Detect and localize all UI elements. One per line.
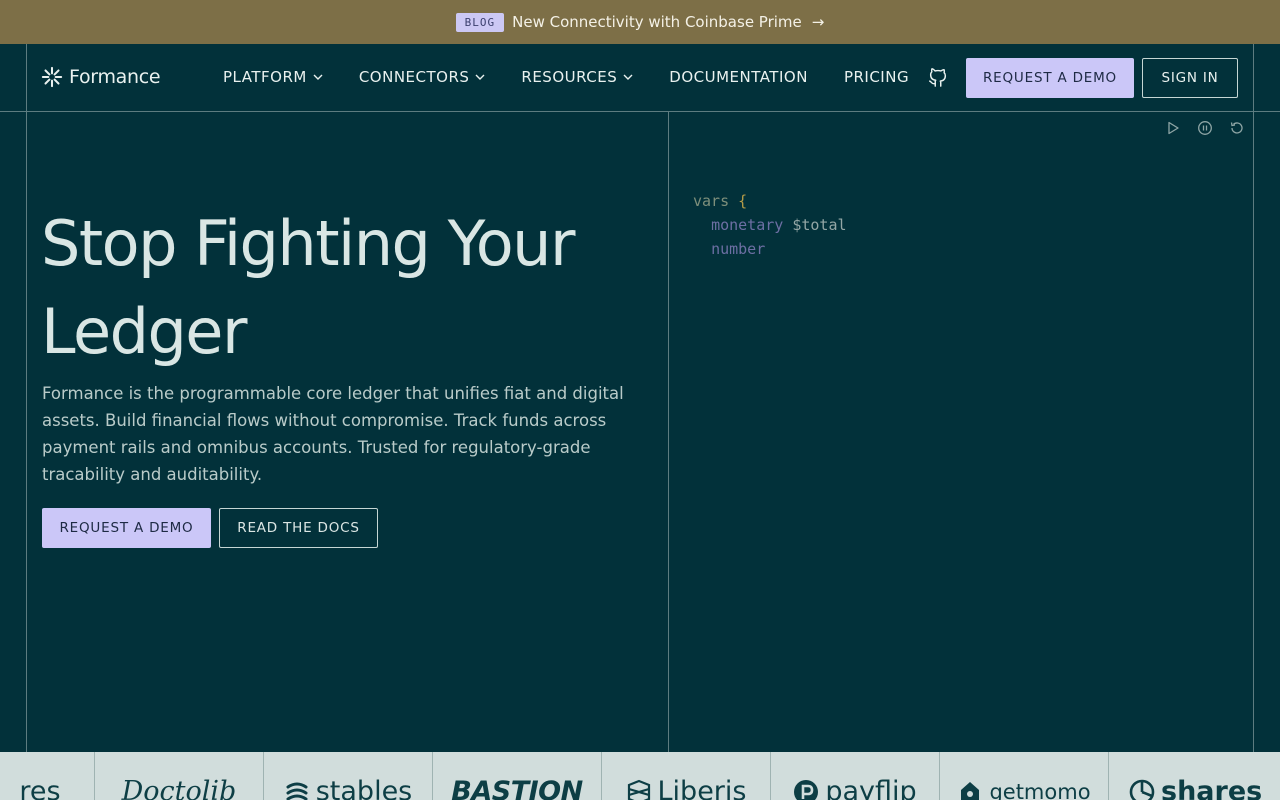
nav-item-label: PLATFORM (223, 68, 307, 86)
customer-logo: res (19, 778, 60, 800)
code-panel: vars { monetary $total number (693, 189, 847, 261)
arrow-right-icon: → (811, 13, 825, 31)
frame-line-center (668, 111, 669, 752)
blog-badge: BLOG (455, 12, 505, 32)
hero-title-line-1: Stop Fighting Your (41, 207, 575, 280)
code-type: number (711, 240, 766, 258)
nav-item-platform[interactable]: PLATFORM (223, 68, 323, 86)
code-line-1: vars { (693, 189, 847, 213)
request-demo-button[interactable]: REQUEST A DEMO (42, 508, 211, 548)
customer-logo: stables (284, 776, 413, 800)
logo-cell: Liberis (602, 752, 771, 800)
nav-item-connectors[interactable]: CONNECTORS (359, 68, 486, 86)
logo-cell: shares (1109, 752, 1278, 800)
hero-description: Formance is the programmable core ledger… (42, 384, 624, 484)
logo-cell: stables (264, 752, 433, 800)
customer-logo: getmomo (957, 778, 1091, 800)
customer-logo: shares (1129, 778, 1262, 800)
logo-cell: payflip (771, 752, 940, 800)
animation-controls (1165, 120, 1245, 136)
announcement-text[interactable]: New Connectivity with Coinbase Prime (512, 13, 802, 31)
customer-logo: Doctolib (122, 778, 237, 800)
customer-logo-text: res (19, 776, 61, 800)
nav-divider (0, 111, 1280, 112)
hero-title-line-2: Ledger (41, 295, 247, 368)
read-docs-button[interactable]: READ THE DOCS (219, 508, 378, 548)
customer-logo-text: getmomo (989, 780, 1091, 800)
logo-cell: Doctolib (95, 752, 264, 800)
code-type: monetary (711, 216, 784, 234)
getmomo-logo-icon (961, 782, 980, 800)
customer-logo: payflip (793, 776, 917, 800)
nav-item-pricing[interactable]: PRICING (844, 68, 909, 86)
pause-icon[interactable] (1197, 120, 1213, 136)
customer-logos-strip: res Doctolib stables BASTION Liberis pay… (0, 752, 1280, 800)
frame-line-right (1253, 44, 1254, 752)
stables-logo-icon (286, 782, 308, 800)
code-line-2: monetary $total (693, 213, 847, 237)
request-demo-nav-button[interactable]: REQUEST A DEMO (966, 58, 1134, 98)
sign-in-button[interactable]: SIGN IN (1142, 58, 1238, 98)
chevron-down-icon (475, 74, 485, 80)
nav-item-label: RESOURCES (521, 68, 618, 86)
code-variable: $total (792, 216, 847, 234)
payflip-logo-icon (794, 780, 819, 800)
customer-logo: Liberis (626, 776, 747, 800)
customer-logo: BASTION (451, 776, 583, 800)
play-icon[interactable] (1165, 120, 1181, 136)
nav-item-label: PRICING (843, 68, 910, 86)
logo-cell: BASTION (433, 752, 602, 800)
liberis-logo-icon (627, 779, 650, 800)
customer-logo-text: payflip (825, 776, 917, 800)
nav-menu: PLATFORM CONNECTORS RESOURCES DOCUMENTAT… (223, 68, 945, 86)
main-nav: Formance PLATFORM CONNECTORS RESOURCES D… (27, 44, 1253, 111)
customer-logo-text: stables (315, 776, 413, 800)
nav-item-documentation[interactable]: DOCUMENTATION (669, 68, 808, 86)
github-icon[interactable] (927, 66, 949, 88)
logo-cell: res (0, 752, 95, 800)
customer-logo-text: Doctolib (121, 776, 237, 800)
logo-text: Formance (69, 66, 161, 88)
nav-item-label: DOCUMENTATION (669, 68, 808, 86)
code-brace: { (738, 192, 748, 210)
hero-title: Stop Fighting Your Ledger (41, 200, 641, 376)
formance-logo-icon (41, 66, 63, 88)
restart-icon[interactable] (1229, 120, 1245, 136)
shares-logo-icon (1129, 779, 1155, 800)
customer-logo-text: shares (1161, 776, 1263, 800)
chevron-down-icon (623, 74, 633, 80)
nav-item-label: CONNECTORS (358, 68, 470, 86)
frame-line-left (26, 44, 27, 752)
chevron-down-icon (313, 74, 323, 80)
customer-logo-text: BASTION (451, 776, 583, 800)
customer-logo-text: Liberis (657, 776, 747, 800)
announcement-banner[interactable]: BLOG New Connectivity with Coinbase Prim… (0, 0, 1280, 44)
nav-item-resources[interactable]: RESOURCES (521, 68, 633, 86)
code-line-3: number (693, 237, 847, 261)
logo-cell: getmomo (940, 752, 1109, 800)
formance-logo[interactable]: Formance (41, 66, 161, 88)
code-keyword: vars (693, 192, 730, 210)
